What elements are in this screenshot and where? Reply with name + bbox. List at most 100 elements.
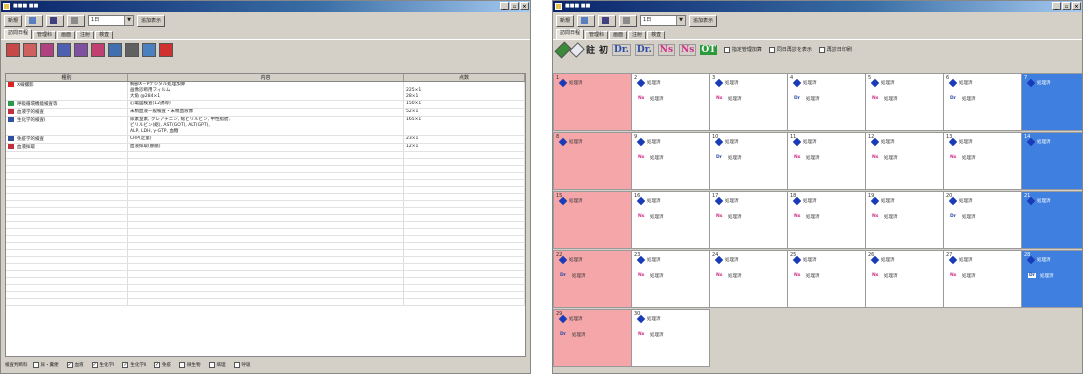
order-type-5-icon[interactable]	[74, 42, 88, 57]
order-type-4-icon[interactable]	[57, 42, 71, 57]
col-kind[interactable]: 種別	[6, 74, 128, 81]
calendar-day[interactable]: 25 処理済 Ns 処理済	[787, 250, 866, 308]
judgment-checkbox[interactable]: ✓ 免疫	[154, 362, 171, 368]
visit-diamond-icon[interactable]	[558, 78, 568, 88]
calendar-day[interactable]: 2 処理済 Ns 処理済	[631, 73, 710, 131]
visit-diamond-icon[interactable]	[792, 196, 802, 206]
empty-row[interactable]	[6, 201, 525, 208]
print-button[interactable]	[619, 14, 638, 27]
new-button[interactable]: 新規	[4, 14, 23, 27]
eraser-icon[interactable]	[569, 41, 585, 58]
empty-row[interactable]	[6, 229, 525, 236]
order-type-10-icon[interactable]	[159, 42, 173, 57]
visit-diamond-icon[interactable]	[948, 137, 958, 147]
title-bar[interactable]: ■■■ ■■ _ ▫ ×	[553, 1, 1082, 12]
empty-row[interactable]	[6, 285, 525, 292]
visit-diamond-icon[interactable]	[948, 78, 958, 88]
calendar-day[interactable]: 14 処理済	[1021, 132, 1082, 190]
calendar-day[interactable]: 10 処理済 Dr 処理済	[709, 132, 788, 190]
calendar-day[interactable]: 8 処理済	[553, 132, 632, 190]
calendar-day[interactable]: 24 処理済 Ns 処理済	[709, 250, 788, 308]
tab-exam[interactable]: 検査	[95, 31, 114, 39]
add-display-button[interactable]: 追加表示	[689, 14, 718, 27]
new-button[interactable]: 新規	[556, 14, 575, 27]
calendar-day[interactable]: 21 処理済	[1021, 191, 1082, 249]
calendar-day[interactable]: 5 処理済 Ns 処理済	[865, 73, 944, 131]
visit-diamond-icon[interactable]	[636, 137, 646, 147]
tab-visit[interactable]: 訪問日程	[556, 29, 585, 39]
calendar-day[interactable]: 23 処理済 Ns 処理済	[631, 250, 710, 308]
empty-row[interactable]	[6, 299, 525, 306]
nurse-visit-button[interactable]: Ns	[657, 43, 676, 56]
checkmark-icon[interactable]: ✓	[66, 362, 73, 368]
order-type-7-icon[interactable]	[108, 42, 122, 57]
calendar-day[interactable]: 29 処理済 Dr 処理済	[553, 309, 632, 367]
visit-diamond-icon[interactable]	[870, 196, 880, 206]
save-button[interactable]	[46, 14, 65, 27]
maximize-button[interactable]: ▫	[1062, 2, 1071, 10]
visit-diamond-icon[interactable]	[870, 78, 880, 88]
calendar-day[interactable]: 15 処理済	[553, 191, 632, 249]
visit-diamond-icon[interactable]	[558, 137, 568, 147]
visit-diamond-icon[interactable]	[714, 137, 724, 147]
visit-diamond-icon[interactable]	[792, 78, 802, 88]
edit-button[interactable]	[25, 14, 44, 27]
nurse-visit-2-button[interactable]: Ns	[679, 43, 697, 56]
first-visit-button[interactable]: 初	[599, 43, 608, 56]
tab-visit[interactable]: 訪問日程	[4, 29, 33, 39]
visit-diamond-icon[interactable]	[714, 255, 724, 265]
order-type-6-icon[interactable]	[91, 42, 105, 57]
empty-row[interactable]	[6, 159, 525, 166]
empty-row[interactable]	[6, 264, 525, 271]
empty-row[interactable]	[6, 292, 525, 299]
calendar-day[interactable]: 4 処理済 Dr 処理済	[787, 73, 866, 131]
visit-diamond-icon[interactable]	[714, 196, 724, 206]
checkmark-icon[interactable]: ✓	[122, 362, 129, 368]
minimize-button[interactable]: _	[500, 2, 509, 10]
tab-management[interactable]: 管理科	[33, 31, 57, 39]
visit-diamond-icon[interactable]	[948, 196, 958, 206]
calendar-day[interactable]: 6 処理済 Dr 処理済	[943, 73, 1022, 131]
empty-row[interactable]	[6, 152, 525, 159]
order-type-8-icon[interactable]	[125, 42, 139, 57]
visit-diamond-icon[interactable]	[636, 255, 646, 265]
calendar-day[interactable]: 13 処理済 Ns 処理済	[943, 132, 1022, 190]
calendar-day[interactable]: 9 処理済 Ns 処理済	[631, 132, 710, 190]
calendar-day[interactable]: 20 処理済 Dr 処理済	[943, 191, 1022, 249]
calendar-day[interactable]: 26 処理済 Ns 処理済	[865, 250, 944, 308]
judgment-checkbox[interactable]: 呼吸	[233, 362, 251, 368]
visit-diamond-icon[interactable]	[1026, 78, 1036, 88]
order-type-3-icon[interactable]	[40, 42, 54, 57]
order-type-1-icon[interactable]	[6, 42, 20, 57]
option-checkbox[interactable]: 指定管理加算	[723, 46, 762, 53]
empty-row[interactable]	[6, 222, 525, 229]
table-row[interactable]: X線撮影 胸部X－Pデジタル処理加算 画像診断用フィルム 大角 @284×1 225×1…	[6, 82, 525, 101]
visit-diamond-icon[interactable]	[870, 255, 880, 265]
tab-injection[interactable]: 注射	[628, 31, 647, 39]
period-select[interactable]: 1日 ▼	[88, 15, 135, 26]
period-select[interactable]: 1日 ▼	[640, 15, 687, 26]
visit-diamond-icon[interactable]	[1026, 196, 1036, 206]
calendar-day[interactable]: 19 処理済 Ns 処理済	[865, 191, 944, 249]
tab-exam[interactable]: 検査	[647, 31, 666, 39]
checkbox-icon[interactable]	[208, 362, 215, 368]
register-button[interactable]: 註	[586, 43, 595, 56]
visit-diamond-icon[interactable]	[948, 255, 958, 265]
calendar-day[interactable]: 17 処理済 Ns 処理済	[709, 191, 788, 249]
checkbox-icon[interactable]	[723, 46, 730, 53]
judgment-checkbox[interactable]: ✓ 血液	[66, 362, 84, 368]
judgment-checkbox[interactable]: ✓ 生化学Ⅱ	[122, 362, 146, 368]
add-display-button[interactable]: 追加表示	[137, 14, 166, 27]
empty-row[interactable]	[6, 271, 525, 278]
chevron-down-icon[interactable]: ▼	[124, 16, 134, 25]
checkbox-icon[interactable]	[179, 362, 186, 368]
option-checkbox[interactable]: 再診日印刷	[818, 46, 852, 53]
empty-row[interactable]	[6, 180, 525, 187]
visit-diamond-icon[interactable]	[636, 314, 646, 324]
table-row[interactable]: 生化学的検査Ⅰ 尿素窒素, クレアチニン, 総ビリルビン, 中性脂肪, ビリルビン(…	[6, 117, 525, 136]
edit-button[interactable]	[577, 14, 596, 27]
checkbox-icon[interactable]	[768, 46, 775, 53]
col-content[interactable]: 内容	[128, 74, 404, 81]
empty-row[interactable]	[6, 257, 525, 264]
visit-diamond-icon[interactable]	[636, 196, 646, 206]
